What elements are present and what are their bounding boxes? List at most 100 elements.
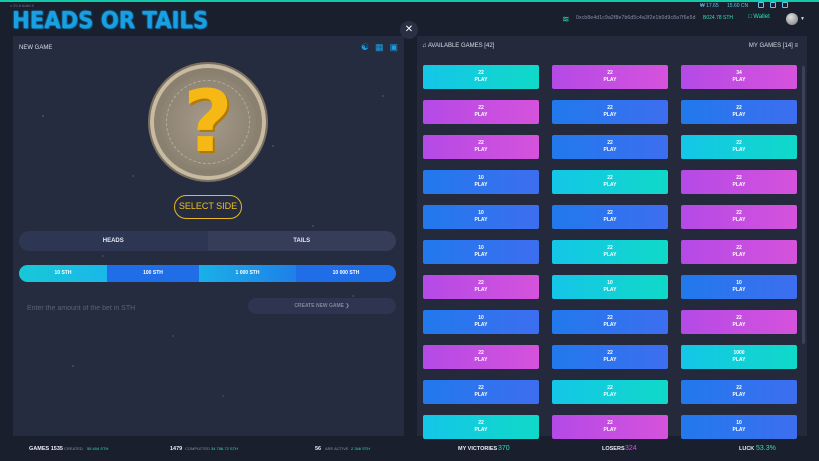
game-card-amount: 22: [607, 140, 613, 146]
victories-value: 370: [498, 445, 510, 452]
luck-label: LUCK: [739, 446, 755, 452]
game-card[interactable]: 10 PLAY: [423, 310, 539, 334]
game-card-play-label: PLAY: [603, 77, 617, 83]
game-card-play-label: PLAY: [603, 287, 617, 293]
game-card[interactable]: 22 PLAY: [423, 65, 539, 89]
minimize-icon[interactable]: [758, 2, 764, 8]
game-card[interactable]: 22 PLAY: [552, 100, 668, 124]
game-card[interactable]: 22 PLAY: [423, 345, 539, 369]
games-grid: 22 PLAY 22 PLAY 34 PLAY 22 PLAY 22 PLAY 22 PLAY 22 PL…: [423, 65, 797, 439]
game-card[interactable]: 22 PLAY: [681, 380, 797, 404]
game-card[interactable]: 22 PLAY: [552, 310, 668, 334]
game-card[interactable]: 22 PLAY: [552, 65, 668, 89]
amount-option-10[interactable]: 10 STH: [19, 265, 107, 282]
game-card[interactable]: 10 PLAY: [423, 170, 539, 194]
game-card[interactable]: 22 PLAY: [423, 135, 539, 159]
game-card[interactable]: 22 PLAY: [552, 170, 668, 194]
created-label: CREATED: [64, 446, 83, 451]
game-card[interactable]: 22 PLAY: [423, 415, 539, 439]
amount-option-10000[interactable]: 10 000 STH: [296, 265, 396, 282]
game-card-amount: 10: [736, 420, 742, 426]
game-card-play-label: PLAY: [732, 147, 746, 153]
save-icon[interactable]: ▣: [389, 43, 398, 52]
stats-footer: GAMES 1535 CREATED 55 404 STH 1479 COMPL…: [0, 440, 819, 461]
game-card-play-label: PLAY: [732, 392, 746, 398]
game-card-play-label: PLAY: [603, 427, 617, 433]
game-card[interactable]: 22 PLAY: [552, 240, 668, 264]
game-card-amount: 1000: [733, 350, 745, 356]
game-card-amount: 22: [478, 350, 484, 356]
game-card[interactable]: 10 PLAY: [681, 275, 797, 299]
game-card[interactable]: 10 PLAY: [423, 240, 539, 264]
bet-amount-input[interactable]: [27, 301, 237, 315]
game-card[interactable]: 22 PLAY: [552, 205, 668, 229]
my-games-toggle[interactable]: MY GAMES [14] ≡: [749, 43, 798, 49]
rate-usd: ₩ 17.65: [700, 3, 719, 9]
game-card[interactable]: 1000 PLAY: [681, 345, 797, 369]
tails-button[interactable]: TAILS: [207, 231, 396, 251]
game-card-play-label: PLAY: [474, 392, 488, 398]
game-card-play-label: PLAY: [603, 252, 617, 258]
game-card[interactable]: 22 PLAY: [681, 170, 797, 194]
wallet-address[interactable]: 0xcb8e4d1c9a2f8e7b6d5c4a3f2e1b0d9c8a7f6e…: [576, 15, 696, 21]
game-card[interactable]: 22 PLAY: [681, 100, 797, 124]
game-card[interactable]: 22 PLAY: [423, 100, 539, 124]
settings-icon[interactable]: [782, 2, 788, 8]
game-card[interactable]: 22 PLAY: [552, 415, 668, 439]
amount-option-1000[interactable]: 1 000 STH: [199, 265, 296, 282]
completed-value: 34 756.72 STH: [211, 446, 238, 451]
chevron-down-icon[interactable]: ▼: [800, 16, 805, 22]
game-card[interactable]: 34 PLAY: [681, 65, 797, 89]
game-card-play-label: PLAY: [732, 322, 746, 328]
select-side-button[interactable]: SELECT SIDE: [174, 195, 242, 219]
game-card[interactable]: 10 PLAY: [552, 275, 668, 299]
avatar[interactable]: [786, 13, 798, 25]
game-card[interactable]: 22 PLAY: [423, 275, 539, 299]
game-card-amount: 22: [607, 385, 613, 391]
game-card-amount: 22: [478, 140, 484, 146]
game-card-play-label: PLAY: [603, 322, 617, 328]
game-card-amount: 22: [478, 385, 484, 391]
available-games-panel: ♫ AVAILABLE GAMES [42] MY GAMES [14] ≡ 2…: [417, 36, 807, 439]
game-card-play-label: PLAY: [603, 182, 617, 188]
game-logo: HEADS OR TAILS: [12, 8, 209, 34]
game-card[interactable]: 22 PLAY: [681, 310, 797, 334]
stats-icon[interactable]: ▦: [375, 43, 384, 52]
game-card-amount: 22: [736, 385, 742, 391]
game-card-amount: 22: [607, 210, 613, 216]
heads-button[interactable]: HEADS: [19, 231, 208, 251]
game-card-amount: 22: [736, 210, 742, 216]
game-card-play-label: PLAY: [732, 182, 746, 188]
game-card-play-label: PLAY: [474, 287, 488, 293]
balance-display: B024.78 STH: [703, 15, 734, 21]
game-card-amount: 22: [736, 245, 742, 251]
game-card-amount: 22: [607, 70, 613, 76]
game-card-amount: 22: [736, 105, 742, 111]
game-card[interactable]: 22 PLAY: [552, 345, 668, 369]
games-scrollbar[interactable]: [802, 66, 805, 344]
game-card[interactable]: 22 PLAY: [552, 380, 668, 404]
wallet-button[interactable]: □ Wallet: [748, 14, 770, 20]
game-card-play-label: PLAY: [603, 147, 617, 153]
game-card[interactable]: 22 PLAY: [681, 135, 797, 159]
amount-selector: 10 STH 100 STH 1 000 STH 10 000 STH: [19, 265, 396, 282]
game-card[interactable]: 22 PLAY: [681, 205, 797, 229]
game-card-amount: 22: [478, 70, 484, 76]
game-card-amount: 10: [478, 315, 484, 321]
game-card[interactable]: 22 PLAY: [681, 240, 797, 264]
game-card[interactable]: 22 PLAY: [552, 135, 668, 159]
available-games-header: ♫ AVAILABLE GAMES [42]: [422, 43, 495, 49]
game-card[interactable]: 10 PLAY: [423, 205, 539, 229]
create-new-game-button[interactable]: CREATE NEW GAME ❯: [248, 298, 396, 314]
game-card[interactable]: 22 PLAY: [423, 380, 539, 404]
maximize-icon[interactable]: [770, 2, 776, 8]
game-card-play-label: PLAY: [474, 147, 488, 153]
game-card-play-label: PLAY: [474, 217, 488, 223]
chat-icon[interactable]: ☯: [361, 43, 369, 52]
game-card-amount: 22: [607, 350, 613, 356]
close-icon[interactable]: ✕: [400, 21, 418, 39]
game-card[interactable]: 10 PLAY: [681, 415, 797, 439]
amount-option-100[interactable]: 100 STH: [107, 265, 199, 282]
created-value: 55 404 STH: [87, 446, 109, 451]
coin-image: ?: [150, 64, 266, 180]
